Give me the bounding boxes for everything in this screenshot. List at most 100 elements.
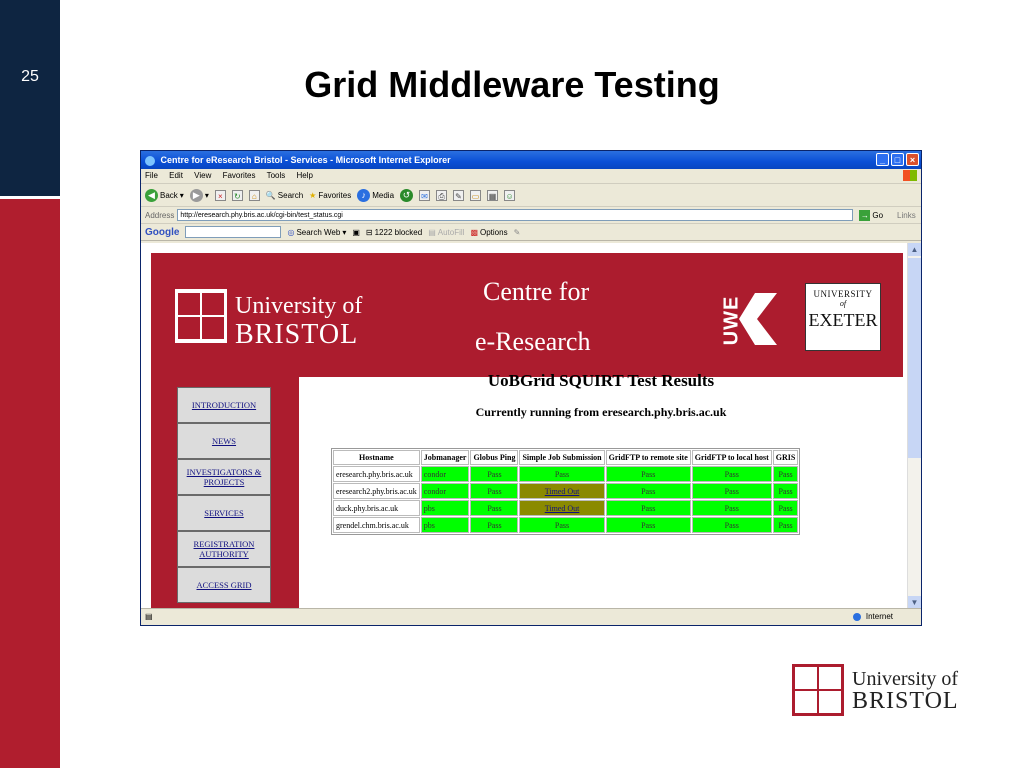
footer-logo-text-2: BRISTOL (852, 688, 959, 714)
google-search-input[interactable] (185, 226, 282, 238)
cell-jobmanager: pbs (420, 500, 470, 516)
menu-favorites[interactable]: Favorites (223, 171, 256, 180)
menu-file[interactable]: File (145, 171, 158, 180)
standard-toolbar: ◀ Back ▾ ▶ ▾ × ↻ ⌂ 🔍 Search ★ Favorites … (141, 184, 921, 207)
menu-help[interactable]: Help (297, 171, 313, 180)
table-row: eresearch.phy.bris.ac.uk condor Pass Pas… (333, 466, 799, 482)
mail-icon[interactable]: ✉ (419, 189, 431, 201)
cell-status: Pass (519, 517, 605, 533)
menu-view[interactable]: View (194, 171, 211, 180)
edit-icon[interactable]: ✎ (453, 189, 465, 201)
exeter-logo-line-3: EXETER (808, 310, 878, 330)
cell-status-timeout-link[interactable]: Timed Out (519, 500, 605, 516)
go-label: Go (872, 210, 884, 220)
back-button[interactable]: ◀ Back ▾ (145, 188, 184, 202)
minimize-icon[interactable]: _ (876, 153, 889, 166)
cell-status: Pass (470, 466, 519, 482)
search-web-button[interactable]: ◎ Search Web ▾ (287, 228, 346, 237)
highlighter-icon[interactable]: ✎ (514, 228, 521, 237)
page-viewport: University of BRISTOL Centre for e-Resea… (141, 243, 907, 609)
print-icon[interactable]: ⎙ (436, 189, 448, 201)
window-controls: _ □ × (876, 153, 919, 166)
col-globus-ping: Globus Ping (470, 450, 519, 465)
ie-icon (145, 155, 155, 166)
cell-hostname: grendel.chm.bris.ac.uk (333, 517, 420, 533)
window-titlebar: Centre for eResearch Bristol - Services … (141, 151, 921, 169)
favorites-button[interactable]: ★ Favorites (309, 191, 351, 200)
nav-services[interactable]: SERVICES (177, 495, 271, 531)
cell-status: Pass (772, 483, 799, 499)
google-toolbar: Google ◎ Search Web ▾ ▣ ⊟ 1222 blocked ▤… (141, 224, 921, 241)
table-row: eresearch2.phy.bris.ac.uk condor Pass Ti… (333, 483, 799, 499)
options-button[interactable]: ▩ Options (470, 228, 507, 237)
cell-status: Pass (470, 517, 519, 533)
popup-blocker-button[interactable]: ⊟ 1222 blocked (366, 228, 422, 237)
media-icon: ♪ (357, 188, 371, 202)
results-table: Hostname Jobmanager Globus Ping Simple J… (331, 448, 801, 535)
research-icon[interactable]: ▦ (487, 189, 499, 201)
forward-arrow-icon: ▶ (189, 188, 203, 202)
search-icon: 🔍 (265, 190, 276, 200)
stop-icon[interactable]: × (214, 189, 226, 201)
links-toolbar[interactable]: Links (897, 211, 916, 220)
nav-investigators-projects[interactable]: INVESTIGATORS & PROJECTS (177, 459, 271, 495)
folder-icon[interactable]: ▭ (470, 189, 482, 201)
menu-tools[interactable]: Tools (267, 171, 286, 180)
history-icon[interactable]: ↺ (400, 188, 414, 202)
footer-bristol-logo: University of BRISTOL (792, 664, 982, 720)
window-title: Centre for eResearch Bristol - Services … (160, 155, 451, 165)
exeter-logo-line-2: of (839, 299, 847, 308)
cell-status: Pass (772, 466, 799, 482)
cell-hostname: duck.phy.bris.ac.uk (333, 500, 420, 516)
nav-registration-authority[interactable]: REGISTRATION AUTHORITY (177, 531, 271, 567)
cell-status: Pass (772, 517, 799, 533)
globe-icon (852, 612, 861, 621)
autofill-button[interactable]: ▤ AutoFill (428, 228, 464, 237)
nav-news[interactable]: NEWS (177, 423, 271, 459)
refresh-icon[interactable]: ↻ (231, 189, 243, 201)
go-arrow-icon: → (859, 209, 871, 221)
windows-logo-icon (903, 170, 917, 181)
scroll-up-icon[interactable]: ▲ (908, 243, 921, 256)
exeter-logo: UNIVERSITY of EXETER (805, 283, 881, 351)
close-icon[interactable]: × (906, 153, 919, 166)
pagerank-icon[interactable]: ▣ (352, 228, 360, 237)
footer-crest-icon (792, 664, 844, 716)
cell-jobmanager: condor (420, 466, 470, 482)
col-gris: GRIS (772, 450, 799, 465)
status-bar: ▤ Internet (141, 608, 921, 625)
popup-blocked-count: 1222 blocked (374, 227, 423, 237)
vertical-scrollbar[interactable]: ▲ ▼ (907, 243, 921, 609)
google-logo[interactable]: Google (145, 227, 179, 238)
cell-hostname: eresearch2.phy.bris.ac.uk (333, 483, 420, 499)
address-label: Address (145, 210, 175, 220)
uwe-logo: UWE (720, 287, 783, 351)
search-button[interactable]: 🔍 Search (266, 191, 303, 200)
cell-status: Pass (691, 483, 772, 499)
col-hostname: Hostname (333, 450, 420, 465)
home-icon[interactable]: ⌂ (248, 189, 260, 201)
cell-status: Pass (605, 500, 691, 516)
scroll-thumb[interactable] (908, 258, 921, 458)
messenger-icon[interactable]: ☺ (504, 189, 516, 201)
cell-status: Pass (470, 500, 519, 516)
media-button[interactable]: ♪ Media (357, 188, 395, 202)
star-icon: ★ (309, 190, 317, 200)
chevron-down-icon: ▾ (179, 190, 184, 200)
maximize-icon[interactable]: □ (891, 153, 904, 166)
cell-status-timeout-link[interactable]: Timed Out (519, 483, 605, 499)
address-input[interactable]: http://eresearch.phy.bris.ac.uk/cgi-bin/… (177, 209, 854, 221)
go-button[interactable]: → Go (859, 209, 884, 221)
nav-access-grid[interactable]: ACCESS GRID (177, 567, 271, 603)
menu-edit[interactable]: Edit (169, 171, 183, 180)
nav-introduction[interactable]: INTRODUCTION (177, 387, 271, 423)
cell-hostname: eresearch.phy.bris.ac.uk (333, 466, 420, 482)
results-subtitle: Currently running from eresearch.phy.bri… (475, 405, 727, 419)
forward-button[interactable]: ▶ ▾ (189, 188, 209, 202)
media-label: Media (372, 190, 395, 200)
browser-window: Centre for eResearch Bristol - Services … (140, 150, 922, 626)
cell-status: Pass (691, 517, 772, 533)
results-title: UoBGrid SQUIRT Test Results (487, 371, 715, 390)
bristol-crest-icon (175, 289, 227, 343)
col-gridftp-local: GridFTP to local host (691, 450, 772, 465)
